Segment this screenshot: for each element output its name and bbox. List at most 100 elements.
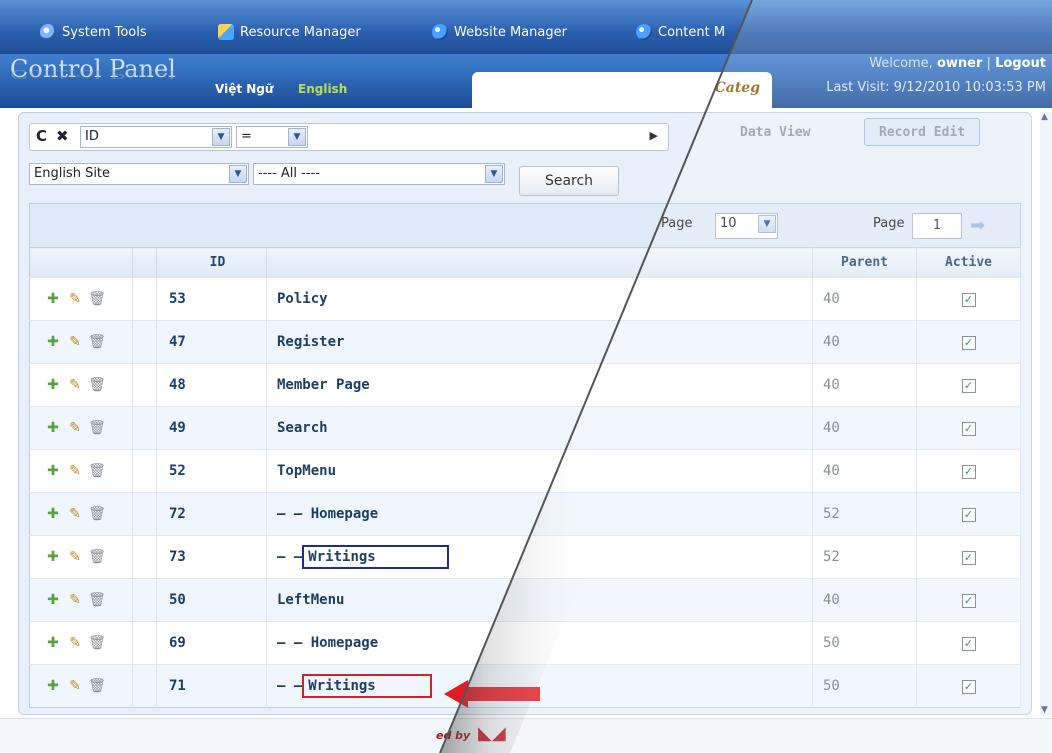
clear-filter-icon[interactable]: ✖ — [56, 127, 69, 145]
edit-pencil-icon[interactable]: ✎ — [66, 334, 84, 350]
row-name[interactable]: Register — [266, 320, 813, 364]
row-name[interactable]: — — Homepage — [266, 492, 813, 536]
add-icon[interactable]: ✚ — [44, 463, 62, 479]
row-parent: 50 — [812, 621, 917, 665]
menu-resource-manager[interactable]: Resource Manager — [218, 22, 361, 42]
menu-system-tools[interactable]: System Tools — [40, 22, 147, 42]
category-select[interactable]: ---- All ---- ▼ — [253, 163, 505, 185]
delete-trash-icon[interactable]: 🗑 — [88, 420, 106, 436]
row-active: ✓ — [916, 621, 1021, 665]
active-checkbox[interactable]: ✓ — [961, 637, 976, 651]
filter-value-input[interactable] — [312, 126, 632, 148]
row-parent: 40 — [812, 449, 917, 493]
delete-trash-icon[interactable]: 🗑 — [88, 592, 106, 608]
add-icon[interactable]: ✚ — [44, 678, 62, 694]
edit-pencil-icon[interactable]: ✎ — [66, 463, 84, 479]
delete-trash-icon[interactable]: 🗑 — [88, 549, 106, 565]
filter-operator-select[interactable]: = ▼ — [236, 126, 308, 148]
menu-resource-manager-label: Resource Manager — [240, 24, 361, 40]
red-arrow-icon — [444, 680, 540, 708]
row-name[interactable]: LeftMenu — [266, 578, 813, 622]
language-english-link[interactable]: English — [298, 82, 347, 96]
tab-data-view[interactable]: Data View — [725, 118, 825, 146]
page-number-input[interactable]: 1 — [912, 213, 962, 239]
page-size-select[interactable]: 10 ▼ — [715, 213, 778, 239]
add-icon[interactable]: ✚ — [44, 420, 62, 436]
delete-trash-icon[interactable]: 🗑 — [88, 334, 106, 350]
add-icon[interactable]: ✚ — [44, 377, 62, 393]
add-icon[interactable]: ✚ — [44, 334, 62, 350]
row-spacer — [132, 621, 157, 665]
add-icon[interactable]: ✚ — [44, 549, 62, 565]
row-name[interactable]: TopMenu — [266, 449, 813, 493]
active-checkbox[interactable]: ✓ — [961, 422, 976, 436]
content-panel: Data View Record Edit C ✖ ID ▼ = ▼ ▶ Eng… — [18, 112, 1032, 715]
row-name[interactable]: — — Homepage — [266, 621, 813, 665]
refresh-icon[interactable]: C — [36, 127, 47, 145]
row-id: 71 — [156, 664, 267, 708]
vertical-scrollbar[interactable]: ▲ ▼ — [1040, 112, 1052, 715]
scroll-down-icon[interactable]: ▼ — [1041, 705, 1048, 715]
add-icon[interactable]: ✚ — [44, 592, 62, 608]
edit-pencil-icon[interactable]: ✎ — [66, 291, 84, 307]
header-parent[interactable]: Parent — [812, 247, 917, 278]
delete-trash-icon[interactable]: 🗑 — [88, 291, 106, 307]
row-name-text: Writings — [308, 549, 376, 565]
page-size-value: 10 — [720, 216, 737, 231]
add-icon[interactable]: ✚ — [44, 506, 62, 522]
menu-website-manager[interactable]: Website Manager — [432, 22, 567, 42]
header-active[interactable]: Active — [916, 247, 1021, 278]
active-checkbox[interactable]: ✓ — [961, 293, 976, 307]
scroll-up-icon[interactable]: ▲ — [1041, 112, 1048, 122]
active-checkbox[interactable]: ✓ — [961, 336, 976, 350]
edit-pencil-icon[interactable]: ✎ — [66, 678, 84, 694]
delete-trash-icon[interactable]: 🗑 — [88, 635, 106, 651]
row-id: 73 — [156, 535, 267, 579]
active-checkbox[interactable]: ✓ — [961, 551, 976, 565]
website-manager-icon — [432, 24, 448, 40]
filter-bar: C ✖ ID ▼ = ▼ ▶ — [29, 123, 669, 151]
delete-trash-icon[interactable]: 🗑 — [88, 377, 106, 393]
site-select[interactable]: English Site ▼ — [29, 163, 249, 185]
next-page-arrow-icon[interactable]: ➡ — [970, 215, 985, 236]
active-checkbox[interactable]: ✓ — [961, 508, 976, 522]
edit-pencil-icon[interactable]: ✎ — [66, 635, 84, 651]
delete-trash-icon[interactable]: 🗑 — [88, 463, 106, 479]
edit-pencil-icon[interactable]: ✎ — [66, 592, 84, 608]
active-checkbox[interactable]: ✓ — [961, 594, 976, 608]
row-id: 72 — [156, 492, 267, 536]
delete-trash-icon[interactable]: 🗑 — [88, 506, 106, 522]
add-icon[interactable]: ✚ — [44, 635, 62, 651]
row-parent: 52 — [812, 492, 917, 536]
add-icon[interactable]: ✚ — [44, 291, 62, 307]
language-vietnamese-link[interactable]: Việt Ngữ — [215, 82, 273, 96]
highlight-box-red: Writings — [302, 674, 433, 698]
row-active: ✓ — [916, 406, 1021, 450]
edit-pencil-icon[interactable]: ✎ — [66, 420, 84, 436]
active-checkbox[interactable]: ✓ — [961, 379, 976, 393]
row-spacer — [132, 320, 157, 364]
chevron-down-icon: ▼ — [485, 165, 503, 183]
tab-record-edit[interactable]: Record Edit — [864, 118, 981, 146]
header-name[interactable] — [266, 247, 813, 278]
header-id[interactable]: ID — [156, 247, 267, 278]
row-id: 69 — [156, 621, 267, 665]
filter-field-select[interactable]: ID ▼ — [80, 126, 232, 148]
search-button[interactable]: Search — [519, 166, 619, 196]
logout-link[interactable]: Logout — [995, 56, 1046, 71]
active-checkbox[interactable]: ✓ — [961, 680, 976, 694]
row-name[interactable]: Policy — [266, 277, 813, 321]
row-name[interactable]: Search — [266, 406, 813, 450]
row-name[interactable]: — — Writings — [266, 535, 813, 579]
tab-categories[interactable]: Categ — [472, 72, 772, 108]
edit-pencil-icon[interactable]: ✎ — [66, 549, 84, 565]
row-name[interactable]: Member Page — [266, 363, 813, 407]
menu-content-manager[interactable]: Content M — [636, 22, 725, 42]
active-checkbox[interactable]: ✓ — [961, 465, 976, 479]
delete-trash-icon[interactable]: 🗑 — [88, 678, 106, 694]
play-icon[interactable]: ▶ — [650, 129, 658, 142]
table-row: ✚ ✎ 🗑 48 Member Page 40 ✓ — [29, 363, 1021, 407]
row-spacer — [132, 363, 157, 407]
edit-pencil-icon[interactable]: ✎ — [66, 506, 84, 522]
edit-pencil-icon[interactable]: ✎ — [66, 377, 84, 393]
